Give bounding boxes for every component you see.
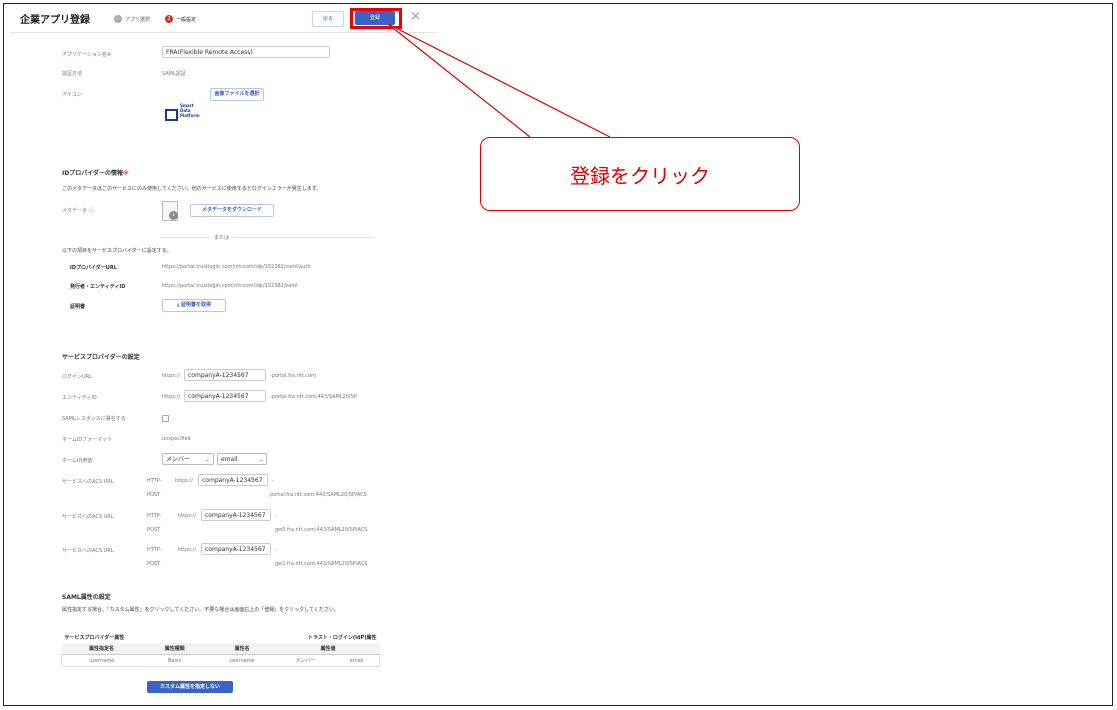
callout-box: 登録をクリック (480, 137, 800, 211)
callout-pointer (387, 23, 611, 138)
callout-text: 登録をクリック (570, 163, 710, 188)
